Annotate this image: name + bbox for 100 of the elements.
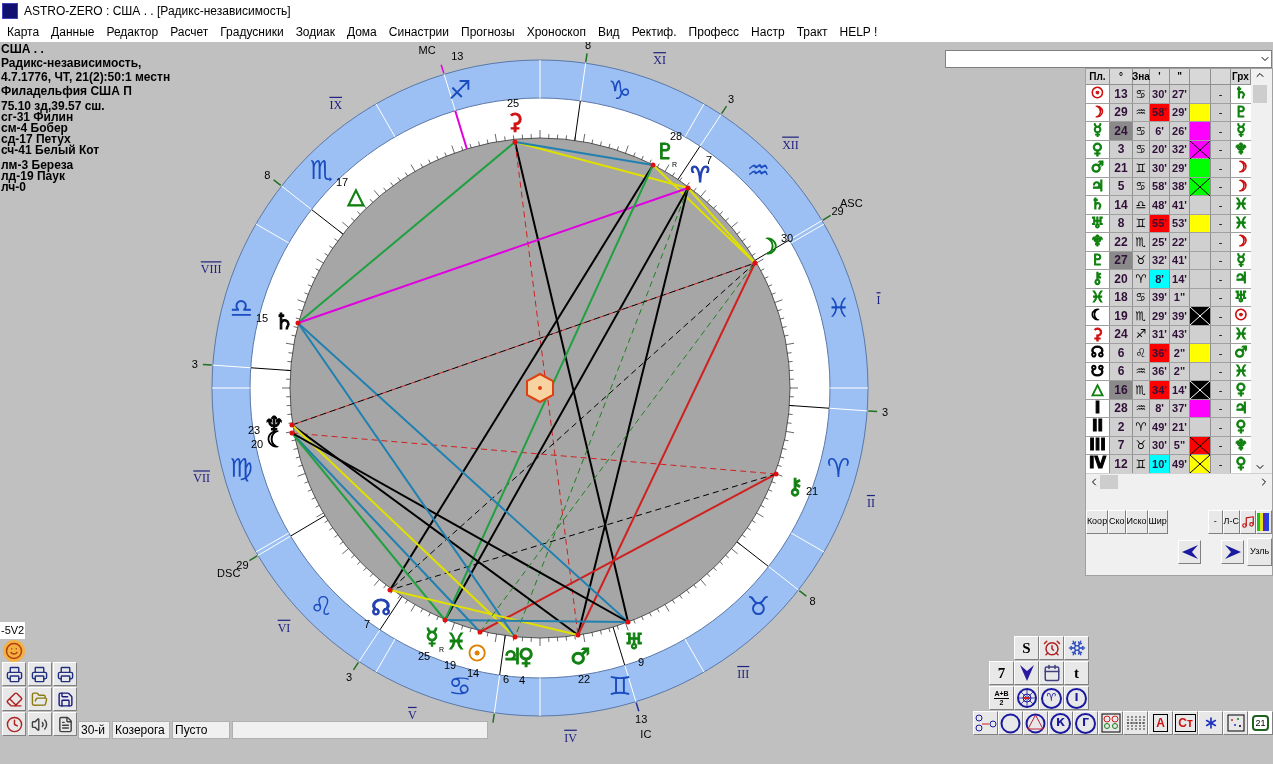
version-label: -5V2 [0, 622, 26, 639]
column-header: " [1170, 69, 1190, 85]
sign-symbol: ♏ [1133, 381, 1150, 399]
wheel-icon[interactable] [1014, 686, 1039, 710]
printer-icon[interactable] [27, 662, 52, 686]
menu-item[interactable]: Дома [340, 23, 383, 41]
menu-item[interactable]: Данные [45, 23, 101, 41]
music-note-icon[interactable] [1240, 510, 1256, 534]
connected-circles-icon[interactable] [973, 711, 998, 735]
menu-item[interactable]: Тракт [790, 23, 834, 41]
circle-letter-button[interactable]: К [1048, 711, 1073, 735]
star-burst-icon[interactable] [1198, 711, 1223, 735]
nodes-button[interactable]: Узль [1247, 538, 1272, 566]
alarm-clock-icon[interactable] [1039, 636, 1064, 660]
menu-item[interactable]: Прогнозы [455, 23, 521, 41]
menu-item[interactable]: Настр [745, 23, 791, 41]
save-icon[interactable] [53, 687, 78, 711]
zodiac-sign-glyph: ♎ [229, 293, 254, 323]
dash-cell: - [1211, 159, 1231, 177]
planet-symbol: ♄ [1086, 196, 1110, 214]
menu-item[interactable]: HELP ! [833, 23, 884, 41]
dash-cell: - [1211, 85, 1231, 103]
window-title: ASTRO-ZERO : США . . [Радикс-независимость] [24, 3, 291, 20]
aspect-symbol: ☽ [1231, 233, 1251, 251]
menu-item[interactable]: Редактор [100, 23, 165, 41]
triangle-circle-icon[interactable] [1023, 711, 1048, 735]
cusp-tick [585, 52, 588, 63]
aspect-symbol: ☿ [1231, 122, 1251, 140]
seconds-cell: 14' [1170, 270, 1190, 288]
horizontal-scrollbar[interactable] [1086, 473, 1272, 490]
planet-degree: 14 [466, 667, 480, 679]
scattered-dots-icon[interactable] [1223, 711, 1248, 735]
column-header: Грх [1231, 69, 1251, 85]
planet-glyph: ⚳ [506, 109, 524, 134]
cusp-tick [867, 410, 878, 413]
degree-cell: 14 [1110, 196, 1133, 214]
letter-grid-button[interactable]: A [1148, 711, 1173, 735]
printer-icon[interactable] [2, 662, 26, 686]
menu-item[interactable]: Професс [682, 23, 746, 41]
table-option-button[interactable]: Ско [1108, 510, 1126, 534]
cusp-tick [352, 661, 360, 671]
eraser-icon[interactable] [2, 687, 26, 711]
menu-item[interactable]: Расчет [164, 23, 215, 41]
color-stripes-icon[interactable] [1256, 510, 1272, 534]
planet-glyph: ☉ [467, 641, 487, 666]
circle-letter-button[interactable]: I [1064, 686, 1089, 710]
cusp-degree: 3 [191, 357, 198, 370]
clock-icon[interactable] [2, 712, 26, 736]
menu-item[interactable]: Хроноскоп [520, 23, 592, 41]
menu-item[interactable]: Градусники [214, 23, 290, 41]
letter-grid-button[interactable]: Ст [1173, 711, 1198, 735]
dash-cell: - [1211, 270, 1231, 288]
degree-cell: 2 [1110, 418, 1133, 436]
planet-degree: 17 [335, 176, 349, 188]
planet-symbol: ♆ [1086, 233, 1110, 251]
planet-degree: 28 [669, 130, 683, 142]
calendar-icon[interactable] [1039, 661, 1064, 685]
zodiac-sign-glyph: ♊ [608, 671, 632, 702]
speaker-icon[interactable] [27, 712, 52, 736]
circle-icon[interactable] [998, 711, 1023, 735]
dash-cell: - [1211, 418, 1231, 436]
printer-icon[interactable] [53, 662, 78, 686]
circle-letter-button[interactable]: Г [1073, 711, 1098, 735]
menu-item[interactable]: Зодиак [289, 23, 341, 41]
planet-degree: 22 [577, 673, 591, 685]
planet-symbols-icon[interactable] [1098, 711, 1123, 735]
zodiac-sign-glyph: ♏ [309, 154, 334, 185]
planet-degree: 25 [417, 650, 431, 662]
circle-letter-button[interactable]: ♈ [1039, 686, 1064, 710]
snowflake-icon[interactable] [1064, 636, 1089, 660]
planet-symbol: ⚷ [1086, 270, 1110, 288]
folder-icon[interactable] [27, 687, 52, 711]
sign-symbol: ♏ [1133, 307, 1150, 325]
scroll-thumb[interactable] [1100, 475, 1118, 489]
status-field: 30-й [78, 721, 110, 739]
column-header: Зна [1133, 69, 1150, 85]
tool-button[interactable]: t [1064, 661, 1089, 685]
menu-item[interactable]: Синастрии [382, 23, 456, 41]
chart-info-line: сг-31 Филин [1, 112, 74, 123]
sign-symbol: ♈ [1133, 418, 1150, 436]
dropdown-field[interactable] [945, 50, 1272, 68]
table-option-button[interactable]: Иско [1125, 510, 1148, 534]
cusp-tick [440, 64, 445, 75]
table-grid-icon[interactable] [1123, 711, 1148, 735]
aspect-symbol: ♀ [1231, 381, 1251, 399]
seconds-cell: 39' [1170, 307, 1190, 325]
tool-button[interactable]: S [1014, 636, 1039, 660]
scroll-thumb[interactable] [1252, 85, 1267, 103]
document-icon[interactable] [53, 712, 78, 736]
tool-button[interactable]: 7 [989, 661, 1014, 685]
menu-item[interactable]: Карта [1, 23, 46, 41]
menu-item[interactable]: Ректиф. [625, 23, 683, 41]
smiley-icon [3, 640, 25, 662]
table-option-button[interactable]: - [1207, 510, 1223, 534]
degree-cell: 21 [1110, 159, 1133, 177]
table-option-button[interactable]: Коор [1086, 510, 1108, 534]
calendar-day-button[interactable]: 21 [1248, 711, 1273, 735]
minutes-cell: 30' [1150, 159, 1170, 177]
table-option-button[interactable]: Шир [1147, 510, 1168, 534]
menu-item[interactable]: Вид [591, 23, 626, 41]
